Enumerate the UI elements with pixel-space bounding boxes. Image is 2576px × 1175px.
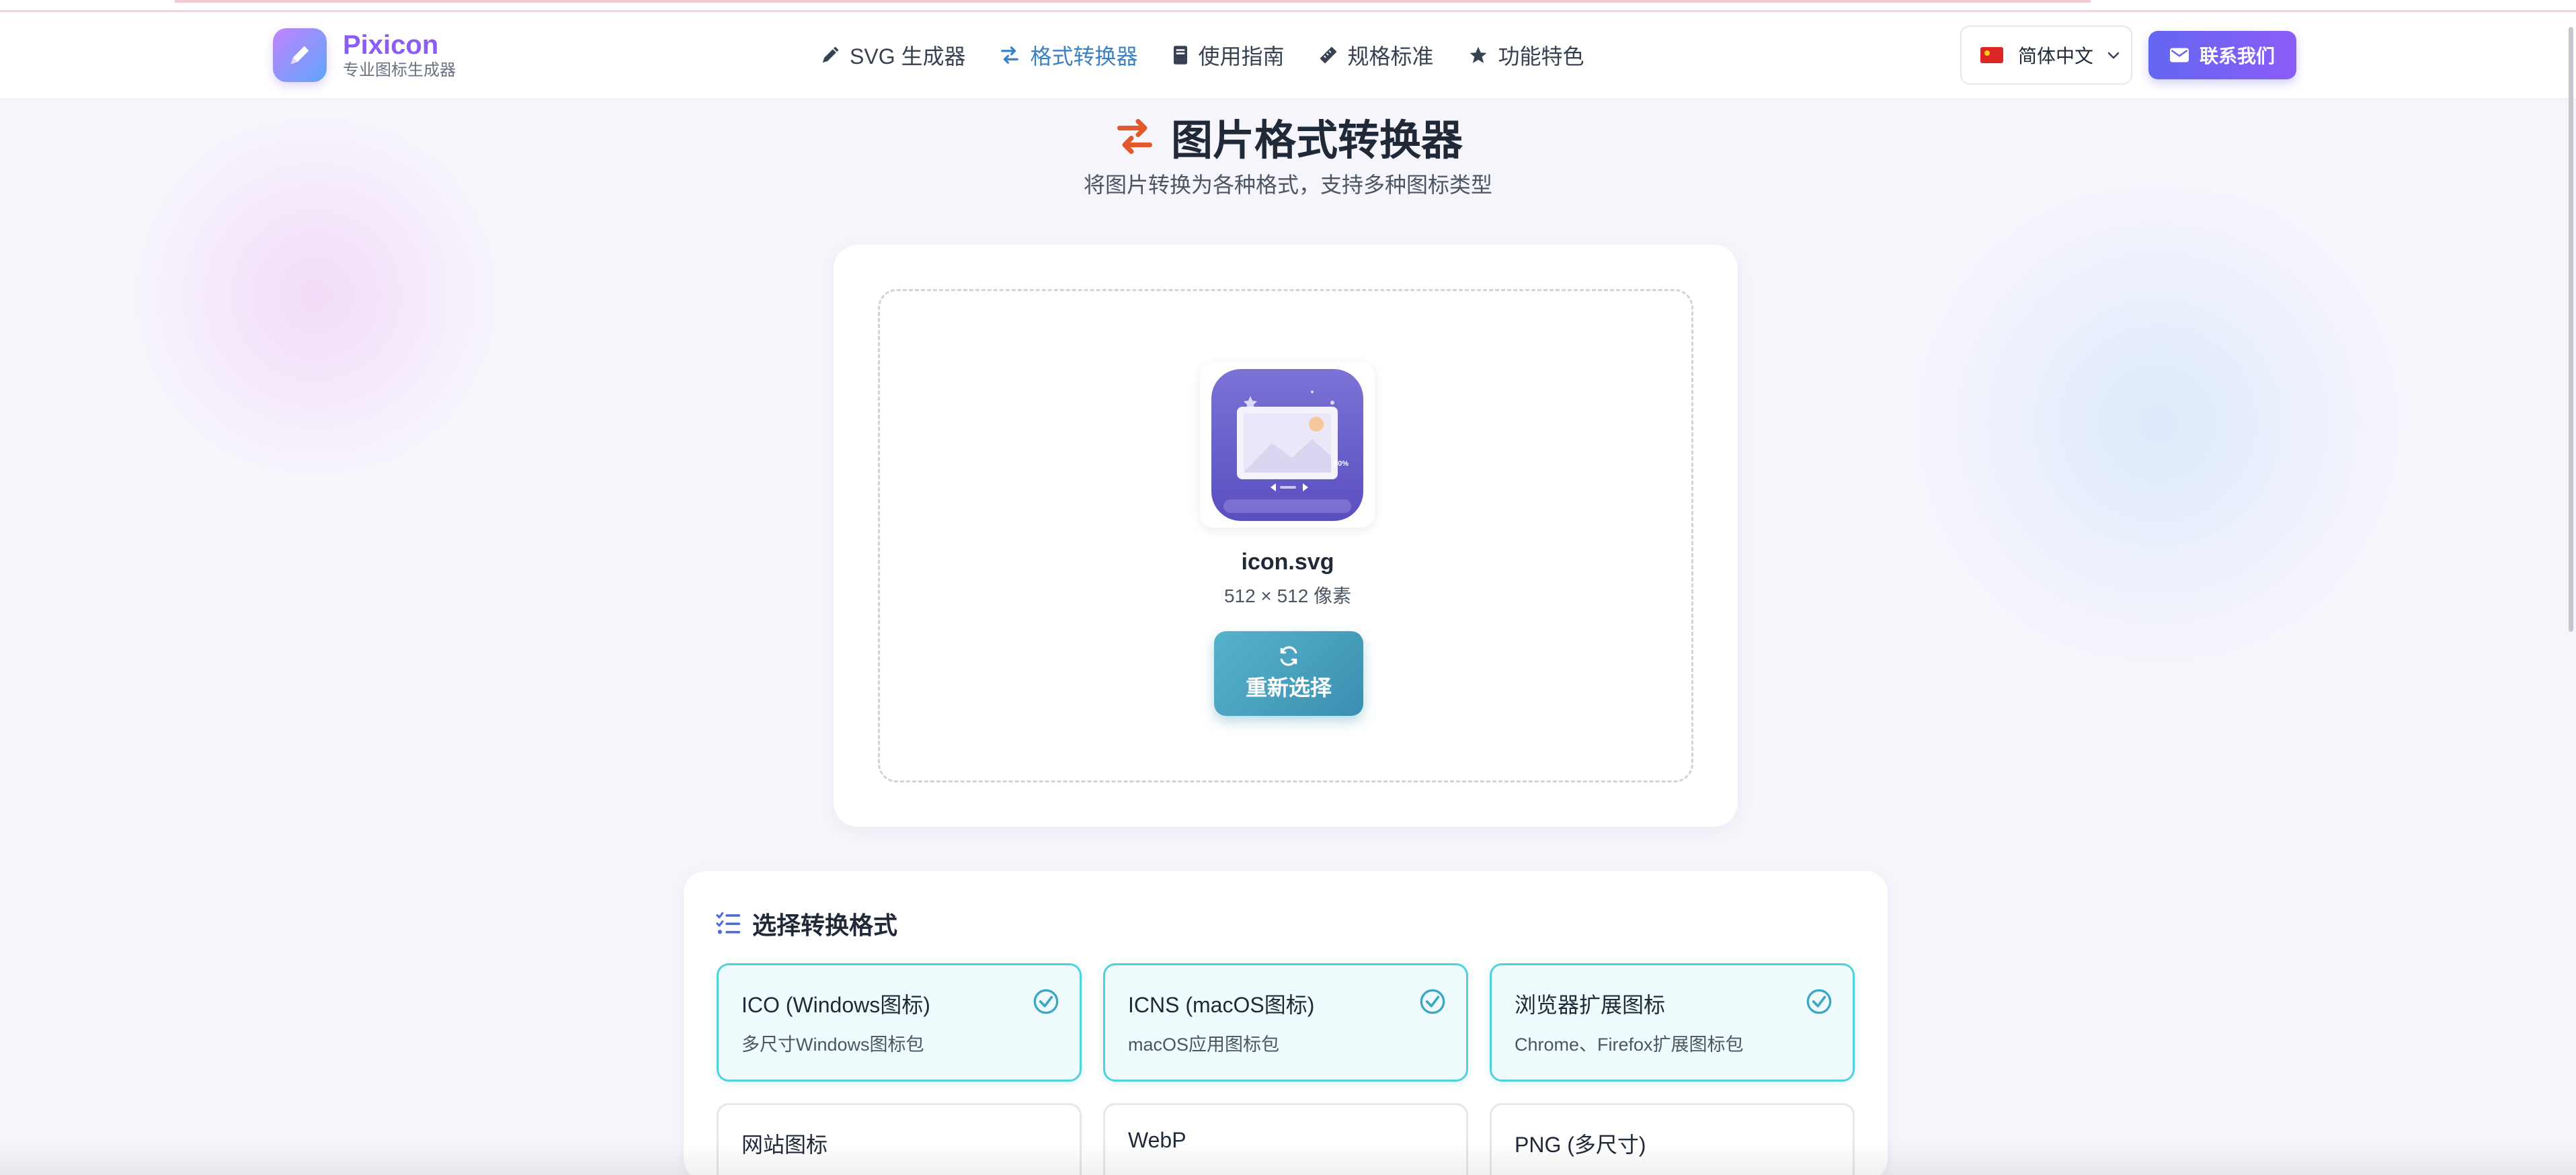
ruler-icon	[1320, 46, 1337, 64]
nav-label: 功能特色	[1498, 44, 1584, 69]
page-title-text: 图片格式转换器	[1170, 118, 1463, 164]
checklist-icon	[716, 912, 740, 934]
page-title: 图片格式转换器	[0, 106, 2576, 167]
zoom-badge: 80%	[1334, 460, 1349, 468]
format-option-title: ICNS (macOS图标)	[1128, 993, 1315, 1017]
format-selection-card: 选择转换格式 ICO (Windows图标) 多尺寸Windows图标包 ICN…	[684, 871, 1888, 1175]
chevron-down-icon	[2107, 52, 2120, 59]
check-circle-icon	[1033, 989, 1059, 1014]
page-subtitle: 将图片转换为各种格式，支持多种图标类型	[1083, 173, 1492, 197]
drop-zone[interactable]: 80% icon.svg 512 × 512 像素 重新选择	[878, 289, 1693, 782]
nav-item-svg-generator[interactable]: SVG 生成器	[820, 40, 965, 71]
nav-label: 格式转换器	[1030, 44, 1138, 69]
language-select[interactable]: 简体中文	[1960, 26, 2132, 85]
brand-logo-icon	[273, 28, 327, 82]
format-option-desc: Chrome、Firefox扩展图标包	[1515, 1035, 1744, 1055]
format-heading-text: 选择转换格式	[752, 911, 898, 939]
background-glow-right	[1882, 188, 2433, 659]
check-circle-icon	[1806, 989, 1832, 1014]
flag-icon	[1980, 47, 2003, 63]
upload-card: 80% icon.svg 512 × 512 像素 重新选择	[834, 245, 1738, 827]
nav-item-features[interactable]: 功能特色	[1467, 40, 1584, 71]
format-option-desc: 多尺寸Windows图标包	[741, 1035, 924, 1055]
format-option-icns[interactable]: ICNS (macOS图标) macOS应用图标包	[1103, 963, 1468, 1082]
arrows-exchange-icon	[1117, 119, 1152, 154]
arrows-exchange-icon	[1001, 46, 1019, 64]
nav-label: SVG 生成器	[850, 44, 966, 69]
book-icon	[1173, 46, 1187, 65]
brand[interactable]: Pixicon 专业图标生成器	[273, 27, 456, 83]
format-option-ico[interactable]: ICO (Windows图标) 多尺寸Windows图标包	[717, 963, 1082, 1082]
main-nav: SVG 生成器 格式转换器 使用指南 规格标准 功能特色	[820, 12, 1618, 98]
top-strip	[0, 0, 2576, 12]
format-option-title: ICO (Windows图标)	[741, 993, 930, 1017]
nav-item-specs[interactable]: 规格标准	[1318, 40, 1434, 71]
check-circle-icon	[1420, 989, 1445, 1014]
brand-subtitle: 专业图标生成器	[343, 61, 456, 79]
mail-icon	[2169, 48, 2189, 63]
file-name: icon.svg	[1241, 549, 1334, 575]
refresh-icon	[1280, 646, 1297, 666]
format-option-title: 浏览器扩展图标	[1515, 993, 1666, 1017]
file-dimensions: 512 × 512 像素	[1223, 585, 1352, 606]
brand-name: Pixicon	[343, 30, 439, 60]
star-icon	[1470, 46, 1487, 63]
uploaded-image-thumbnail: 80%	[1211, 369, 1363, 521]
pen-icon	[822, 46, 839, 63]
bottom-fade	[0, 1143, 2576, 1175]
format-section-heading: 选择转换格式	[716, 907, 897, 940]
format-option-browser-extension[interactable]: 浏览器扩展图标 Chrome、Firefox扩展图标包	[1490, 963, 1855, 1082]
reselect-label: 重新选择	[1245, 676, 1332, 700]
navbar: Pixicon 专业图标生成器 SVG 生成器 格式转换器 使用指南 规格标准 …	[0, 12, 2576, 98]
image-preview: 80%	[1200, 362, 1375, 528]
format-option-desc: macOS应用图标包	[1128, 1035, 1280, 1055]
contact-label: 联系我们	[2199, 46, 2275, 67]
contact-button[interactable]: 联系我们	[2148, 31, 2296, 79]
nav-label: 使用指南	[1198, 44, 1285, 69]
nav-label: 规格标准	[1347, 44, 1434, 69]
language-label: 简体中文	[2018, 46, 2094, 67]
reselect-button[interactable]: 重新选择	[1214, 631, 1363, 716]
nav-item-guide[interactable]: 使用指南	[1172, 40, 1285, 71]
nav-item-format-converter[interactable]: 格式转换器	[999, 40, 1138, 71]
